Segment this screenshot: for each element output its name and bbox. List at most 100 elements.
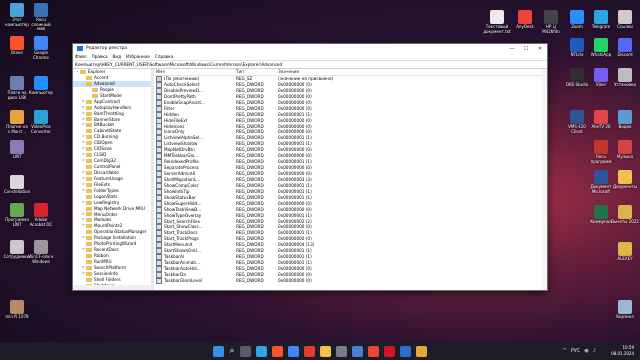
folder-icon [92, 93, 98, 98]
address-bar[interactable]: Компьютер\HKEY_CURRENT_USER\Software\Mic… [73, 60, 547, 69]
app-icon [594, 38, 608, 52]
maximize-button[interactable]: ☐ [519, 46, 533, 52]
desktop-icon[interactable]: HP LJ M426fdn [537, 10, 565, 34]
column-data[interactable]: Значение [278, 69, 547, 75]
close-button[interactable]: ✕ [533, 46, 547, 52]
registry-editor-window[interactable]: Редактор реестра — ☐ ✕ Файл Правка Вид И… [72, 43, 548, 291]
desktop-icon[interactable]: Discord [611, 38, 639, 58]
desktop-icon-label: Adobe Acrobat DC [29, 217, 53, 227]
menu-view[interactable]: Вид [113, 54, 122, 59]
app-icon [34, 36, 48, 50]
clock[interactable]: 10:59 08.01.2024 [611, 345, 634, 356]
desktop-icon[interactable]: WinCF-оли к Windows [27, 240, 55, 264]
folder-icon [86, 159, 92, 164]
tree-horizontal-scrollbar[interactable] [73, 285, 151, 290]
folder-icon [86, 117, 92, 122]
folder-icon [86, 194, 92, 199]
folder-icon [86, 135, 92, 140]
taskbar-files-icon[interactable] [416, 345, 428, 357]
column-type[interactable]: Тип [236, 69, 278, 75]
desktop-icon[interactable]: min.ft.1078 [3, 300, 31, 320]
menu-file[interactable]: Файл [75, 54, 87, 59]
taskbar-start-icon[interactable] [212, 345, 224, 357]
values-vertical-scrollbar[interactable] [542, 69, 547, 290]
desktop-icon[interactable]: VideoProc Converter [27, 110, 55, 134]
taskbar-brave-icon[interactable] [272, 345, 284, 357]
app-icon [618, 300, 632, 314]
minimize-button[interactable]: — [505, 46, 519, 52]
desktop-icon[interactable]: Google Chrome [27, 36, 55, 60]
menu-favorites[interactable]: Избранное [126, 54, 150, 59]
title-bar[interactable]: Редактор реестра — ☐ ✕ [73, 44, 547, 53]
menu-help[interactable]: Справка [155, 54, 173, 59]
app-icon [618, 205, 632, 219]
app-icon [594, 10, 608, 24]
folder-icon [86, 153, 92, 158]
taskbar-telegram-icon[interactable] [256, 345, 268, 357]
taskbar-task-view-icon[interactable] [240, 345, 252, 357]
values-header: Имя Тип Значение [154, 69, 547, 76]
taskbar-opera-icon[interactable] [384, 345, 396, 357]
app-icon [10, 300, 24, 314]
desktop-icon[interactable]: Компьютер [27, 76, 55, 96]
desktop-icon[interactable]: Recu сложный мой [27, 3, 55, 32]
taskbar-search-icon[interactable]: ⌕ [229, 346, 234, 356]
desktop-icon[interactable]: Вычеты 2022 [611, 205, 639, 225]
desktop-icon-label: Музыка [617, 154, 633, 159]
value-name-cell: TaskbarGlomLevel [154, 277, 236, 284]
desktop-icon-label: Видео [618, 124, 632, 129]
desktop-icon[interactable]: Видео [611, 110, 639, 130]
desktop-icon-label: Установки [614, 82, 636, 87]
desktop-icon[interactable]: AnyDesk [511, 10, 539, 30]
values-list[interactable]: Имя Тип Значение (По умолчанию) REG_SZ (зн… [154, 69, 547, 290]
value-data: 0x00000000 (0) [278, 277, 312, 283]
folder-icon [86, 81, 92, 86]
app-icon [544, 10, 558, 24]
folder-icon [86, 224, 92, 229]
desktop-icon[interactable]: LINT [3, 140, 31, 160]
key-tree[interactable]: ⌄ Explorer Accent ⌄ Advanced People StartMode >… [73, 69, 154, 290]
folder-icon [86, 141, 92, 146]
desktop-icon[interactable]: Документы [611, 170, 639, 190]
desktop-icon[interactable]: Constellation [3, 175, 31, 195]
app-icon [34, 3, 48, 17]
desktop-icon[interactable]: Корзина [611, 300, 639, 320]
desktop-icon[interactable]: ALEXEY [611, 242, 639, 262]
desktop-icon[interactable]: Ссылки [611, 10, 639, 30]
menu-bar: Файл Правка Вид Избранное Справка [73, 53, 547, 60]
taskbar-yandex-icon[interactable] [304, 345, 316, 357]
desktop-icon-label: min.ft.1078 [5, 314, 29, 319]
desktop-icon-label: AnyDesk [516, 24, 534, 29]
folder-icon [86, 164, 92, 169]
system-tray: ^ РУС ◉ ♪ [559, 348, 596, 354]
desktop-icon[interactable]: Текстовый документ.txt [483, 10, 511, 34]
taskbar-regedit-icon[interactable] [400, 345, 412, 357]
app-icon [10, 175, 24, 189]
taskbar-store-icon[interactable] [352, 345, 364, 357]
folder-icon [86, 111, 92, 116]
app-icon [618, 140, 632, 154]
taskbar-explorer-icon[interactable] [320, 345, 332, 357]
taskbar-settings-icon[interactable] [336, 345, 348, 357]
network-icon[interactable]: ◉ [584, 348, 588, 354]
app-icon [594, 170, 608, 184]
value-row[interactable]: TaskbarGlomLevel REG_DWORD 0x00000000 (0) [154, 277, 547, 284]
taskbar-anydesk-icon[interactable] [368, 345, 380, 357]
language-indicator[interactable]: РУС [571, 348, 581, 354]
volume-icon[interactable]: ♪ [593, 348, 596, 354]
menu-edit[interactable]: Правка [92, 54, 108, 59]
app-icon [34, 110, 48, 124]
app-icon [10, 110, 24, 124]
desktop-icon-label: Корзина [616, 314, 634, 319]
column-name[interactable]: Имя [154, 69, 236, 75]
app-icon [618, 10, 632, 24]
desktop-icon[interactable]: Adobe Acrobat DC [27, 203, 55, 227]
folder-icon [80, 69, 86, 74]
desktop-icon[interactable]: Музыка [611, 140, 639, 160]
taskbar-chrome-icon[interactable] [288, 345, 300, 357]
desktop-icon-label: Recu сложный мой [31, 17, 51, 31]
folder-icon [86, 188, 92, 193]
app-icon [10, 203, 24, 217]
chevron-up-icon[interactable]: ^ [563, 348, 567, 354]
desktop-icon[interactable]: Установки [611, 68, 639, 88]
